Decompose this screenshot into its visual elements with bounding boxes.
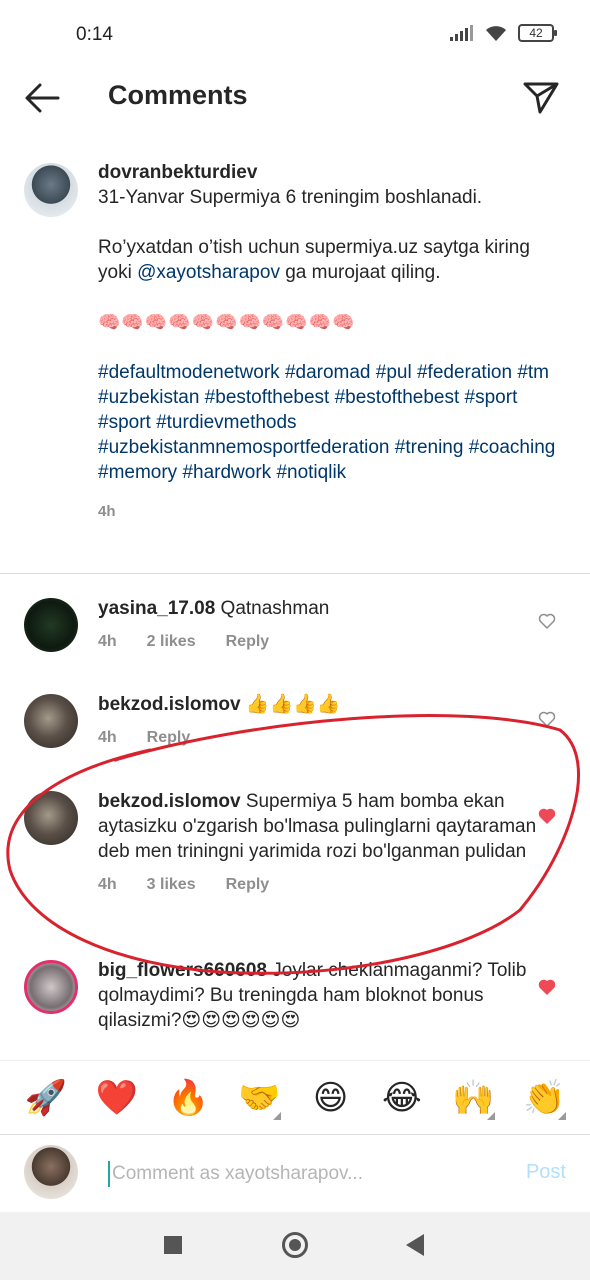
comment-meta: 4h 3 likes Reply xyxy=(98,872,538,897)
comment-username[interactable]: big_flowers660608 xyxy=(98,960,267,981)
comment-body: big_flowers660608 Joylar cheklanmaganmi?… xyxy=(98,958,538,1033)
wifi-icon xyxy=(486,26,506,41)
comment-input-row: Post xyxy=(0,1134,590,1212)
status-icons: 42 xyxy=(450,24,557,42)
rocket-emoji-button[interactable]: 🚀 xyxy=(22,1078,70,1118)
comment-body: yasina_17.08 Qatnashman 4h 2 likes Reply xyxy=(98,596,538,654)
divider xyxy=(0,573,590,574)
reply-button[interactable]: Reply xyxy=(147,725,191,750)
status-time: 0:14 xyxy=(76,24,113,45)
comment-username[interactable]: bekzod.islomov xyxy=(98,694,241,715)
comment-meta: 4h 2 likes Reply xyxy=(98,629,538,654)
hashtags[interactable]: #defaultmodenetwork #daromad #pul #feder… xyxy=(98,360,568,485)
variant-indicator xyxy=(487,1111,496,1120)
send-icon[interactable] xyxy=(522,78,560,116)
comment-text: 👍👍👍👍 xyxy=(245,694,341,715)
heart-emoji-button[interactable]: ❤️ xyxy=(93,1078,141,1118)
caption-line: 31-Yanvar Supermiya 6 treningim boshlana… xyxy=(98,187,483,208)
comment-time: 4h xyxy=(98,876,117,893)
battery-icon: 42 xyxy=(518,24,557,42)
heart-outline-icon[interactable] xyxy=(538,710,556,728)
caption-text: ga murojaat qiling. xyxy=(279,262,441,283)
avatar[interactable] xyxy=(24,960,78,1014)
caption-body: dovranbekturdiev 31-Yanvar Supermiya 6 t… xyxy=(98,160,568,524)
comment-username[interactable]: bekzod.islomov xyxy=(98,791,241,812)
comment-body: bekzod.islomov Supermiya 5 ham bomba eka… xyxy=(98,789,538,897)
comment-likes[interactable]: 2 likes xyxy=(147,629,196,654)
comment-likes[interactable]: 3 likes xyxy=(147,872,196,897)
avatar xyxy=(24,1145,78,1199)
clap-emoji-button[interactable]: 👏 xyxy=(520,1078,568,1120)
header: Comments xyxy=(0,70,590,126)
avatar[interactable] xyxy=(24,791,78,845)
heart-filled-icon[interactable] xyxy=(538,978,556,996)
joy-emoji-button[interactable]: 😂 xyxy=(378,1078,426,1118)
back-icon[interactable] xyxy=(406,1234,424,1256)
status-bar: 0:14 42 xyxy=(0,0,590,70)
reply-button[interactable]: Reply xyxy=(226,872,270,897)
comment-input[interactable] xyxy=(108,1161,468,1187)
avatar[interactable] xyxy=(24,163,78,217)
avatar[interactable] xyxy=(24,598,78,652)
back-arrow-icon[interactable] xyxy=(22,80,62,116)
post-username[interactable]: dovranbekturdiev xyxy=(98,162,257,183)
comment-body: bekzod.islomov 👍👍👍👍 4h Reply xyxy=(98,692,538,750)
recents-icon[interactable] xyxy=(164,1236,182,1254)
variant-indicator xyxy=(558,1111,567,1120)
raised-hands-emoji-button[interactable]: 🙌 xyxy=(449,1078,497,1120)
handshake-emoji-button[interactable]: 🤝 xyxy=(235,1078,283,1120)
comment-time: 4h xyxy=(98,633,117,650)
comment-time: 4h xyxy=(98,729,117,746)
mention-link[interactable]: @xayotsharapov xyxy=(137,262,280,283)
post-time: 4h xyxy=(98,503,116,520)
avatar[interactable] xyxy=(24,694,78,748)
reply-button[interactable]: Reply xyxy=(226,629,270,654)
emoji-bar: 🚀 ❤️ 🔥 🤝 😄 😂 🙌 👏 xyxy=(0,1060,590,1134)
comment-meta: 4h Reply xyxy=(98,725,538,750)
post-button[interactable]: Post xyxy=(526,1161,566,1184)
caption-paragraph: Ro’yxatdan o’tish uchun supermiya.uz say… xyxy=(98,235,568,285)
comment-text: Qatnashman xyxy=(220,598,330,619)
variant-indicator xyxy=(273,1111,282,1120)
page-title: Comments xyxy=(108,80,248,110)
signal-icon xyxy=(450,25,473,41)
heart-filled-icon[interactable] xyxy=(538,807,556,825)
grin-emoji-button[interactable]: 😄 xyxy=(307,1078,355,1118)
heart-outline-icon[interactable] xyxy=(538,612,556,630)
comment-username[interactable]: yasina_17.08 xyxy=(98,598,215,619)
brain-emojis: 🧠🧠🧠🧠🧠🧠🧠🧠🧠🧠🧠 xyxy=(98,312,356,332)
system-nav-bar xyxy=(0,1212,590,1280)
fire-emoji-button[interactable]: 🔥 xyxy=(164,1078,212,1118)
home-icon[interactable] xyxy=(282,1232,308,1258)
